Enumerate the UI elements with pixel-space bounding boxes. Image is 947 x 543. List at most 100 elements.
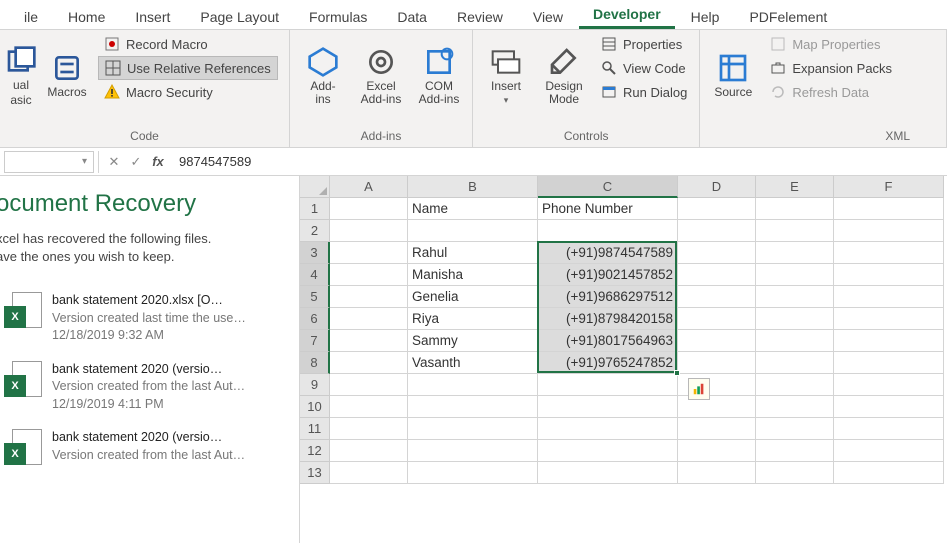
cell-F3[interactable] (834, 242, 944, 264)
macros-button[interactable]: Macros (40, 32, 94, 120)
tab-home[interactable]: Home (54, 3, 119, 29)
recovery-item[interactable]: Xbank statement 2020.xlsx [O…Version cre… (0, 284, 299, 353)
select-all-corner[interactable] (300, 176, 330, 198)
cell-F4[interactable] (834, 264, 944, 286)
row-header-11[interactable]: 11 (300, 418, 330, 440)
cell-F11[interactable] (834, 418, 944, 440)
cell-B5[interactable]: Genelia (408, 286, 538, 308)
cell-F10[interactable] (834, 396, 944, 418)
visual-basic-button[interactable]: ual asic (6, 32, 36, 120)
col-header-E[interactable]: E (756, 176, 834, 198)
record-macro-button[interactable]: Record Macro (98, 32, 278, 56)
expansion-packs-button[interactable]: Expansion Packs (764, 56, 898, 80)
cell-D7[interactable] (678, 330, 756, 352)
cell-B13[interactable] (408, 462, 538, 484)
design-mode-button[interactable]: Design Mode (537, 32, 591, 120)
view-code-button[interactable]: View Code (595, 56, 693, 80)
cell-A1[interactable] (330, 198, 408, 220)
col-header-B[interactable]: B (408, 176, 538, 198)
cell-A10[interactable] (330, 396, 408, 418)
use-relative-references-button[interactable]: Use Relative References (98, 56, 278, 80)
cell-C10[interactable] (538, 396, 678, 418)
cell-E6[interactable] (756, 308, 834, 330)
spreadsheet-grid[interactable]: A B C D E F 12345678910111213 NamePhone … (300, 176, 947, 543)
cell-B11[interactable] (408, 418, 538, 440)
tab-developer[interactable]: Developer (579, 0, 675, 29)
cell-A2[interactable] (330, 220, 408, 242)
source-button[interactable]: Source (706, 32, 760, 120)
cell-D6[interactable] (678, 308, 756, 330)
cell-E7[interactable] (756, 330, 834, 352)
cell-B10[interactable] (408, 396, 538, 418)
cell-C13[interactable] (538, 462, 678, 484)
cell-E12[interactable] (756, 440, 834, 462)
col-header-F[interactable]: F (834, 176, 944, 198)
cell-E8[interactable] (756, 352, 834, 374)
row-header-10[interactable]: 10 (300, 396, 330, 418)
cancel-formula-icon[interactable]: ✕ (103, 154, 125, 170)
cell-A7[interactable] (330, 330, 408, 352)
cell-B12[interactable] (408, 440, 538, 462)
cell-F12[interactable] (834, 440, 944, 462)
cell-F1[interactable] (834, 198, 944, 220)
run-dialog-button[interactable]: Run Dialog (595, 80, 693, 104)
cell-E9[interactable] (756, 374, 834, 396)
row-header-6[interactable]: 6 (300, 308, 330, 330)
cell-C9[interactable] (538, 374, 678, 396)
cell-A5[interactable] (330, 286, 408, 308)
cell-F13[interactable] (834, 462, 944, 484)
row-header-12[interactable]: 12 (300, 440, 330, 462)
row-header-4[interactable]: 4 (300, 264, 330, 286)
row-header-1[interactable]: 1 (300, 198, 330, 220)
tab-pdfelement[interactable]: PDFelement (735, 3, 841, 29)
cell-A6[interactable] (330, 308, 408, 330)
cell-E4[interactable] (756, 264, 834, 286)
row-header-8[interactable]: 8 (300, 352, 330, 374)
cell-B1[interactable]: Name (408, 198, 538, 220)
cell-C4[interactable]: (+91)9021457852 (538, 264, 678, 286)
cell-A9[interactable] (330, 374, 408, 396)
cell-D8[interactable] (678, 352, 756, 374)
formula-input[interactable]: 9874547589 (169, 154, 947, 169)
tab-file[interactable]: ile (10, 3, 52, 29)
row-header-9[interactable]: 9 (300, 374, 330, 396)
cell-D5[interactable] (678, 286, 756, 308)
cell-C2[interactable] (538, 220, 678, 242)
cell-A11[interactable] (330, 418, 408, 440)
cell-F2[interactable] (834, 220, 944, 242)
cell-B6[interactable]: Riya (408, 308, 538, 330)
cell-B8[interactable]: Vasanth (408, 352, 538, 374)
cell-C1[interactable]: Phone Number (538, 198, 678, 220)
recovery-item[interactable]: Xbank statement 2020 (versio…Version cre… (0, 353, 299, 422)
cell-A8[interactable] (330, 352, 408, 374)
com-addins-button[interactable]: COM Add-ins (412, 32, 466, 120)
fill-handle[interactable] (674, 370, 680, 376)
cell-F9[interactable] (834, 374, 944, 396)
cell-E3[interactable] (756, 242, 834, 264)
cell-C6[interactable]: (+91)8798420158 (538, 308, 678, 330)
cell-D12[interactable] (678, 440, 756, 462)
cell-F5[interactable] (834, 286, 944, 308)
recovery-item[interactable]: Xbank statement 2020 (versio…Version cre… (0, 421, 299, 475)
macro-security-button[interactable]: Macro Security (98, 80, 278, 104)
quick-analysis-button[interactable] (688, 378, 710, 400)
cell-E5[interactable] (756, 286, 834, 308)
cell-C8[interactable]: (+91)9765247852 (538, 352, 678, 374)
row-header-5[interactable]: 5 (300, 286, 330, 308)
cell-B4[interactable]: Manisha (408, 264, 538, 286)
cell-E13[interactable] (756, 462, 834, 484)
enter-formula-icon[interactable]: ✓ (125, 154, 147, 170)
row-header-7[interactable]: 7 (300, 330, 330, 352)
tab-data[interactable]: Data (383, 3, 441, 29)
cell-C12[interactable] (538, 440, 678, 462)
chevron-down-icon[interactable]: ▾ (82, 156, 87, 167)
cell-B3[interactable]: Rahul (408, 242, 538, 264)
cell-B2[interactable] (408, 220, 538, 242)
cell-D1[interactable] (678, 198, 756, 220)
cell-E11[interactable] (756, 418, 834, 440)
cell-F6[interactable] (834, 308, 944, 330)
insert-controls-button[interactable]: Insert ▾ (479, 32, 533, 120)
cell-A13[interactable] (330, 462, 408, 484)
row-header-3[interactable]: 3 (300, 242, 330, 264)
cell-B9[interactable] (408, 374, 538, 396)
